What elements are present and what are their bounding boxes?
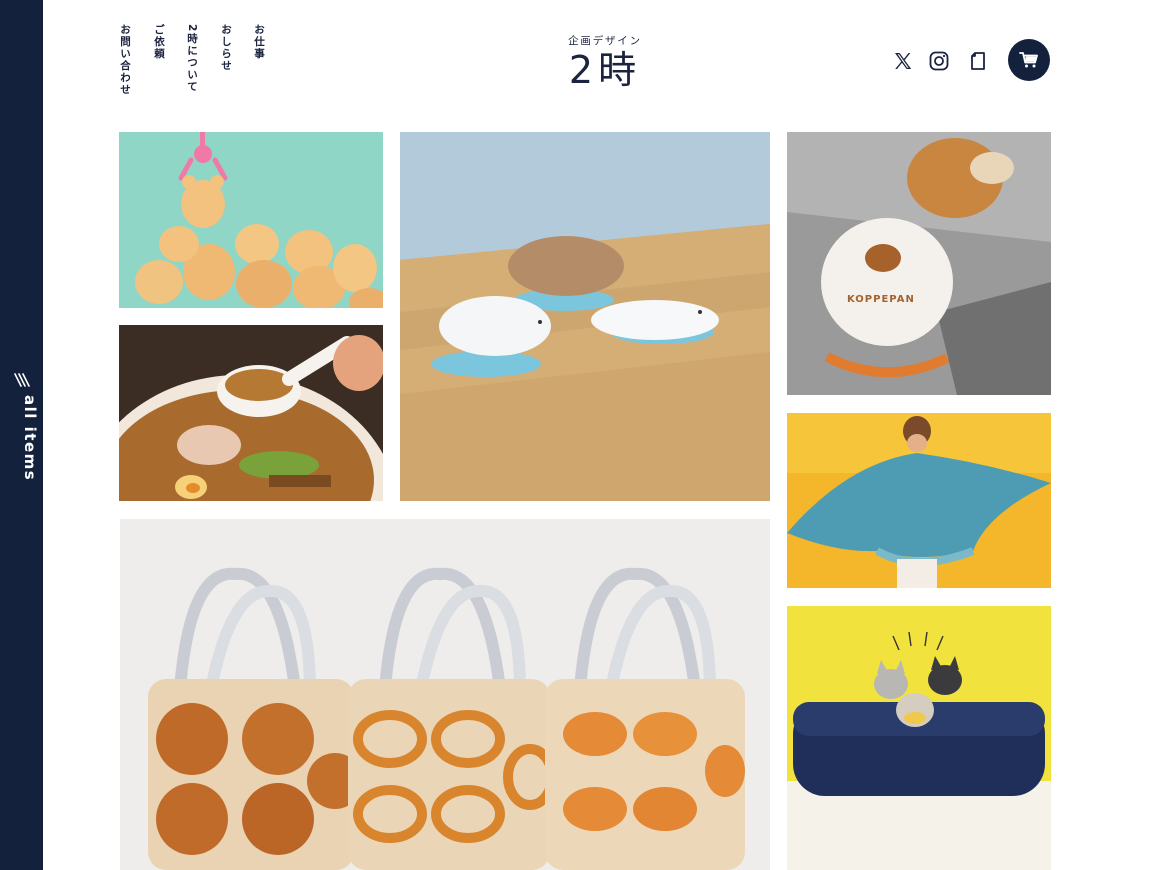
x-logo-icon <box>895 53 912 69</box>
nav-item-request[interactable]: ご依頼 <box>152 24 166 60</box>
gallery-item-cat-pouch[interactable] <box>787 606 1051 870</box>
gallery-item-seal-figures[interactable] <box>400 132 770 501</box>
gallery-item-shiba-shirt[interactable]: KOPPEPAN <box>787 132 1051 395</box>
logo-subtitle: 企画デザイン <box>568 35 642 47</box>
seal-figures-image <box>400 132 770 501</box>
nav-item-works[interactable]: お仕事 <box>252 24 266 60</box>
all-items-label: all items <box>21 395 39 482</box>
main-nav: お仕事 おしらせ 2時について ご依頼 お問い合わせ <box>117 24 277 104</box>
gallery-item-bear-sweets[interactable] <box>119 132 383 308</box>
logo-title: 2時 <box>568 48 642 92</box>
bear-sweets-image <box>119 132 383 308</box>
cat-pouch-image <box>787 606 1051 870</box>
ramen-spoon-image <box>119 325 383 501</box>
note-icon <box>971 52 985 70</box>
cart-icon <box>1019 52 1038 68</box>
manta-poncho-image <box>787 413 1051 588</box>
bread-bags-image <box>120 519 770 870</box>
side-rail: all items <box>0 0 43 870</box>
nav-item-news[interactable]: おしらせ <box>219 24 233 72</box>
nav-item-about[interactable]: 2時について <box>185 24 199 93</box>
shiba-shirt-image <box>787 132 1051 395</box>
instagram-icon <box>929 51 949 71</box>
x-link[interactable] <box>893 51 913 71</box>
gallery-item-bread-bags[interactable] <box>120 519 770 870</box>
all-items-button[interactable]: all items <box>0 365 43 482</box>
note-link[interactable] <box>969 51 987 71</box>
site-logo[interactable]: 企画デザイン 2時 <box>540 33 670 92</box>
gallery-item-ramen-spoon[interactable] <box>119 325 383 501</box>
nav-item-contact[interactable]: お問い合わせ <box>118 24 132 96</box>
instagram-link[interactable] <box>929 51 949 71</box>
gallery-item-manta-poncho[interactable] <box>787 413 1051 588</box>
cart-button[interactable] <box>1008 39 1050 81</box>
shirt-print-text: KOPPEPAN <box>847 294 915 305</box>
triple-slash-icon <box>14 373 30 387</box>
